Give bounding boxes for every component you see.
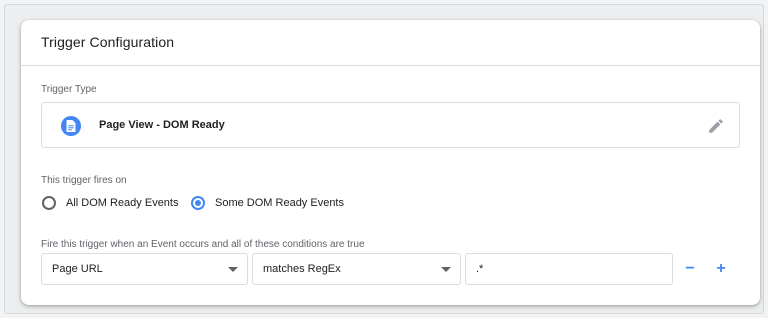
radio-label: Some DOM Ready Events <box>215 197 344 209</box>
card-title: Trigger Configuration <box>41 34 175 50</box>
variable-select[interactable]: Page URL <box>41 253 248 285</box>
card-header: Trigger Configuration <box>21 20 760 66</box>
variable-select-value: Page URL <box>52 263 103 275</box>
radio-some-dom-ready-events[interactable]: Some DOM Ready Events <box>191 196 344 210</box>
document-icon <box>61 116 81 136</box>
operator-select[interactable]: matches RegEx <box>252 253 461 285</box>
condition-value-input[interactable] <box>465 253 673 285</box>
operator-select-value: matches RegEx <box>263 263 341 275</box>
trigger-type-box[interactable]: Page View - DOM Ready <box>41 102 740 148</box>
pencil-icon[interactable] <box>707 117 725 135</box>
trigger-type-name: Page View - DOM Ready <box>99 119 225 131</box>
fires-on-label: This trigger fires on <box>41 175 127 186</box>
radio-button[interactable] <box>42 196 56 210</box>
remove-condition-button[interactable]: − <box>680 259 700 279</box>
chevron-down-icon <box>441 267 451 272</box>
trigger-configuration-card: Trigger Configuration Trigger Type Page … <box>21 20 760 305</box>
page-frame: Trigger Configuration Trigger Type Page … <box>4 4 764 314</box>
radio-label: All DOM Ready Events <box>66 197 179 209</box>
radio-all-dom-ready-events[interactable]: All DOM Ready Events <box>42 196 178 210</box>
add-condition-button[interactable]: + <box>711 259 731 279</box>
trigger-type-label: Trigger Type <box>41 84 97 95</box>
chevron-down-icon <box>228 267 238 272</box>
radio-button-checked[interactable] <box>191 196 205 210</box>
condition-label: Fire this trigger when an Event occurs a… <box>41 239 365 250</box>
